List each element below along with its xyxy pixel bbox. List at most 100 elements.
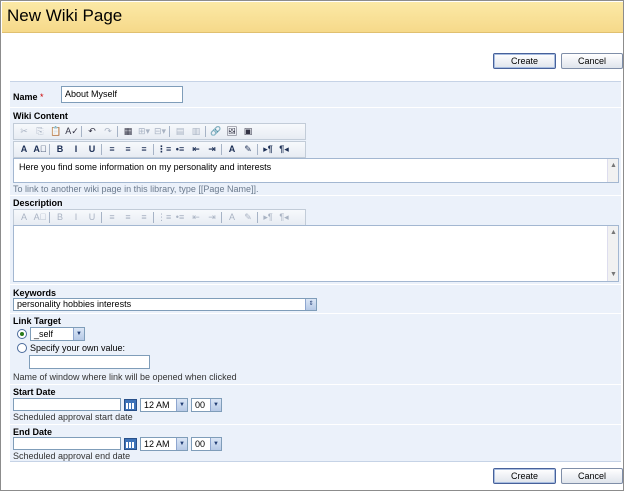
toolbar-button-icon[interactable]: A	[17, 211, 31, 224]
start-date-label: Start Date	[13, 387, 56, 397]
name-label: Name *	[13, 92, 44, 102]
end-minute-value: 00	[195, 439, 206, 449]
toolbar-separator	[117, 126, 118, 137]
scroll-up-icon[interactable]: ▲	[609, 161, 618, 170]
toolbar-button-icon[interactable]: ≡	[137, 143, 151, 156]
toolbar-button-icon[interactable]: ⇥	[205, 143, 219, 156]
keywords-input[interactable]: personality hobbies interests ⇕	[13, 298, 317, 311]
toolbar-button-icon[interactable]: ≡	[121, 143, 135, 156]
toolbar-button-icon[interactable]: ↷	[101, 125, 115, 138]
create-button-top[interactable]: Create	[493, 53, 556, 69]
toolbar-button-icon[interactable]: I	[69, 211, 83, 224]
scroll-down-icon[interactable]: ▼	[609, 270, 618, 279]
toolbar-button-icon[interactable]: 📋	[49, 125, 63, 138]
toolbar-button-icon[interactable]: A✓	[65, 125, 79, 138]
wiki-content-editor[interactable]: Here you find some information on my per…	[13, 158, 619, 183]
own-value-input[interactable]	[29, 355, 150, 369]
description-editor[interactable]: ▲ ▼	[13, 225, 619, 282]
toolbar-button-icon[interactable]: A⃞	[33, 211, 47, 224]
scroll-up-icon[interactable]: ▲	[609, 228, 618, 237]
toolbar-button-icon[interactable]: U	[85, 211, 99, 224]
toolbar-button-icon[interactable]: ✎	[241, 211, 255, 224]
toolbar-button-icon[interactable]: I	[69, 143, 83, 156]
toolbar-button-icon[interactable]: ✂	[17, 125, 31, 138]
toolbar-button-icon[interactable]: ▥	[189, 125, 203, 138]
start-minute-value: 00	[195, 400, 206, 410]
toolbar-button-icon[interactable]: ↶	[85, 125, 99, 138]
chevron-down-icon[interactable]: ▼	[210, 399, 221, 411]
end-hour-select[interactable]: 12 AM ▼	[140, 437, 188, 451]
toolbar-button-icon[interactable]: ⊞▾	[137, 125, 151, 138]
toolbar-button-icon[interactable]: ▣	[241, 125, 255, 138]
toolbar-button-icon[interactable]: ▤	[173, 125, 187, 138]
toolbar-separator	[153, 144, 154, 155]
start-date-input[interactable]	[13, 398, 121, 411]
end-date-hint: Scheduled approval end date	[13, 451, 131, 461]
toolbar-separator	[205, 126, 206, 137]
toolbar-button-icon[interactable]: ≡	[137, 211, 151, 224]
toolbar-separator	[221, 212, 222, 223]
start-minute-select[interactable]: 00 ▼	[191, 398, 222, 412]
description-scrollbar[interactable]: ▲ ▼	[607, 226, 618, 281]
name-input[interactable]: About Myself	[61, 86, 183, 103]
toolbar-button-icon[interactable]: ⋮≡	[157, 143, 171, 156]
toolbar-button-icon[interactable]: ≡	[105, 143, 119, 156]
toolbar-separator	[169, 126, 170, 137]
toolbar-separator	[101, 212, 102, 223]
toolbar-button-icon[interactable]: B	[53, 143, 67, 156]
toolbar-button-icon[interactable]: ¶◂	[277, 211, 291, 224]
toolbar-separator	[101, 144, 102, 155]
calendar-icon[interactable]	[124, 438, 137, 450]
end-date-input[interactable]	[13, 437, 121, 450]
toolbar-button-icon[interactable]: •≡	[173, 143, 187, 156]
chevron-down-icon[interactable]: ▼	[176, 438, 187, 450]
end-minute-select[interactable]: 00 ▼	[191, 437, 222, 451]
chevron-down-icon[interactable]: ▼	[210, 438, 221, 450]
calendar-icon[interactable]	[124, 399, 137, 411]
toolbar-button-icon[interactable]: ▸¶	[261, 143, 275, 156]
title-bar: New Wiki Page	[2, 2, 623, 33]
toolbar-button-icon[interactable]: 🖼	[225, 125, 239, 138]
description-toolbar: A A⃞ B I U ≡ ≡ ≡ ⋮≡ •≡ ⇤ ⇥ A ✎ ▸¶ ¶◂	[13, 209, 306, 226]
toolbar-button-icon[interactable]: A	[225, 143, 239, 156]
create-button-bottom[interactable]: Create	[493, 468, 556, 484]
toolbar-button-icon[interactable]: ≡	[105, 211, 119, 224]
link-target-radio-preset[interactable]	[17, 329, 27, 339]
toolbar-button-icon[interactable]: ✎	[241, 143, 255, 156]
toolbar-separator	[81, 126, 82, 137]
toolbar-button-icon[interactable]: B	[53, 211, 67, 224]
wiki-content-scrollbar[interactable]: ▲	[607, 159, 618, 182]
wiki-content-label: Wiki Content	[13, 111, 68, 121]
toolbar-button-icon[interactable]: ⇥	[205, 211, 219, 224]
link-target-radio-custom[interactable]	[17, 343, 27, 353]
spin-icon[interactable]: ⇕	[305, 299, 316, 310]
toolbar-button-icon[interactable]: A⃞	[33, 143, 47, 156]
own-value-label: Specify your own value:	[30, 343, 126, 353]
required-mark: *	[40, 92, 44, 102]
chevron-down-icon[interactable]: ▼	[73, 328, 84, 340]
toolbar-button-icon[interactable]: ⋮≡	[157, 211, 171, 224]
toolbar-button-icon[interactable]: ⇤	[189, 211, 203, 224]
toolbar-button-icon[interactable]: ¶◂	[277, 143, 291, 156]
toolbar-button-icon[interactable]: A	[17, 143, 31, 156]
toolbar-button-icon[interactable]: ▦	[121, 125, 135, 138]
toolbar-separator	[49, 212, 50, 223]
cancel-button-top[interactable]: Cancel	[561, 53, 623, 69]
toolbar-button-icon[interactable]: ⎘	[33, 125, 47, 138]
toolbar-button-icon[interactable]: 🔗	[209, 125, 223, 138]
toolbar-button-icon[interactable]: ⊟▾	[153, 125, 167, 138]
chevron-down-icon[interactable]: ▼	[176, 399, 187, 411]
start-hour-select[interactable]: 12 AM ▼	[140, 398, 188, 412]
page-title: New Wiki Page	[7, 6, 123, 25]
link-target-label: Link Target	[13, 316, 61, 326]
toolbar-button-icon[interactable]: A	[225, 211, 239, 224]
cancel-button-bottom[interactable]: Cancel	[561, 468, 623, 484]
toolbar-button-icon[interactable]: U	[85, 143, 99, 156]
toolbar-button-icon[interactable]: ≡	[121, 211, 135, 224]
link-target-select[interactable]: _self ▼	[30, 327, 85, 341]
toolbar-button-icon[interactable]: •≡	[173, 211, 187, 224]
wiki-content-toolbar-1: ✂ ⎘ 📋 A✓ ↶ ↷ ▦ ⊞▾ ⊟▾ ▤ ▥ 🔗 🖼 ▣	[13, 123, 306, 140]
toolbar-button-icon[interactable]: ⇤	[189, 143, 203, 156]
toolbar-separator	[257, 212, 258, 223]
toolbar-button-icon[interactable]: ▸¶	[261, 211, 275, 224]
